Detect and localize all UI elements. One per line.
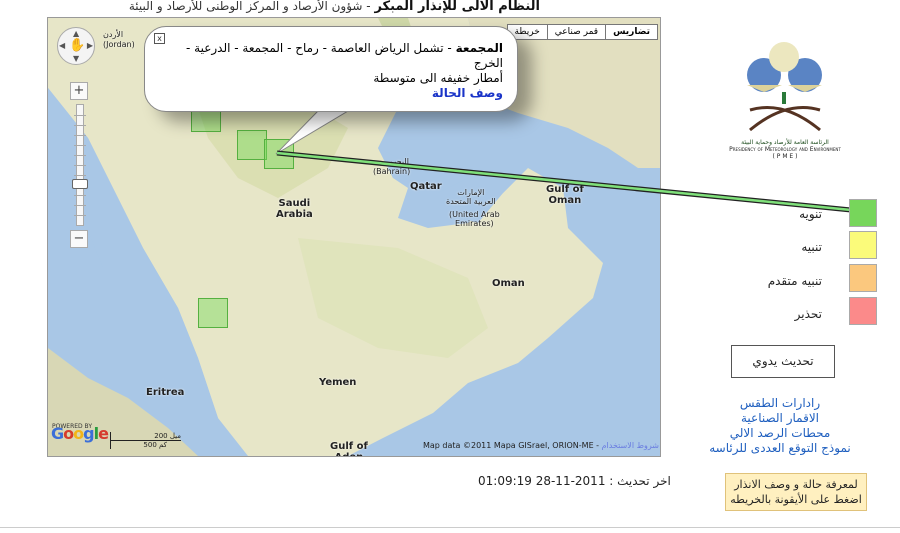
link-weather-radars[interactable]: رادارات الطقس [700,396,860,411]
last-update-text: 01:09:19 28-11-2011 : اخر تحديث [478,474,671,488]
legend-swatch-alert [849,231,877,259]
link-numerical-model[interactable]: نموذج التوقع العددى للرئاسه [700,441,860,456]
legend-swatch-advisory [849,199,877,227]
pme-logo: الرئاسة العامة للأرصاد وحماية البيئة Pre… [720,40,850,180]
info-box-text: لمعرفة حالة و وصف الانذار اضغط على الأيق… [730,478,862,506]
logo-caption-en: Presidency of Meteorology and Environmen… [729,146,841,153]
logo-caption-ar: الرئاسة العامة للأرصاد وحماية البيئة [741,139,829,146]
link-satellites[interactable]: الاقمار الصناعية [700,411,860,426]
legend-swatch-advanced-alert [849,264,877,292]
legend-label-alert: تنبيه [801,240,822,254]
links-list: رادارات الطقس الاقمار الصناعية محطات الر… [700,396,860,456]
legend-label-advanced-alert: تنبيه متقدم [767,274,822,288]
logo-caption-abbr: ( P M E ) [772,153,798,160]
logo-emblem [747,42,822,132]
legend-label-warning: تحذير [794,307,822,321]
legend-swatch-warning [849,297,877,325]
info-box: لمعرفة حالة و وصف الانذار اضغط على الأيق… [725,473,867,511]
manual-update-button[interactable]: تحديث يدوي [731,345,835,378]
legend-label-advisory: تنويه [799,207,822,221]
link-auto-stations[interactable]: محطات الرصد الالي [700,426,860,441]
bottom-divider [0,527,900,528]
